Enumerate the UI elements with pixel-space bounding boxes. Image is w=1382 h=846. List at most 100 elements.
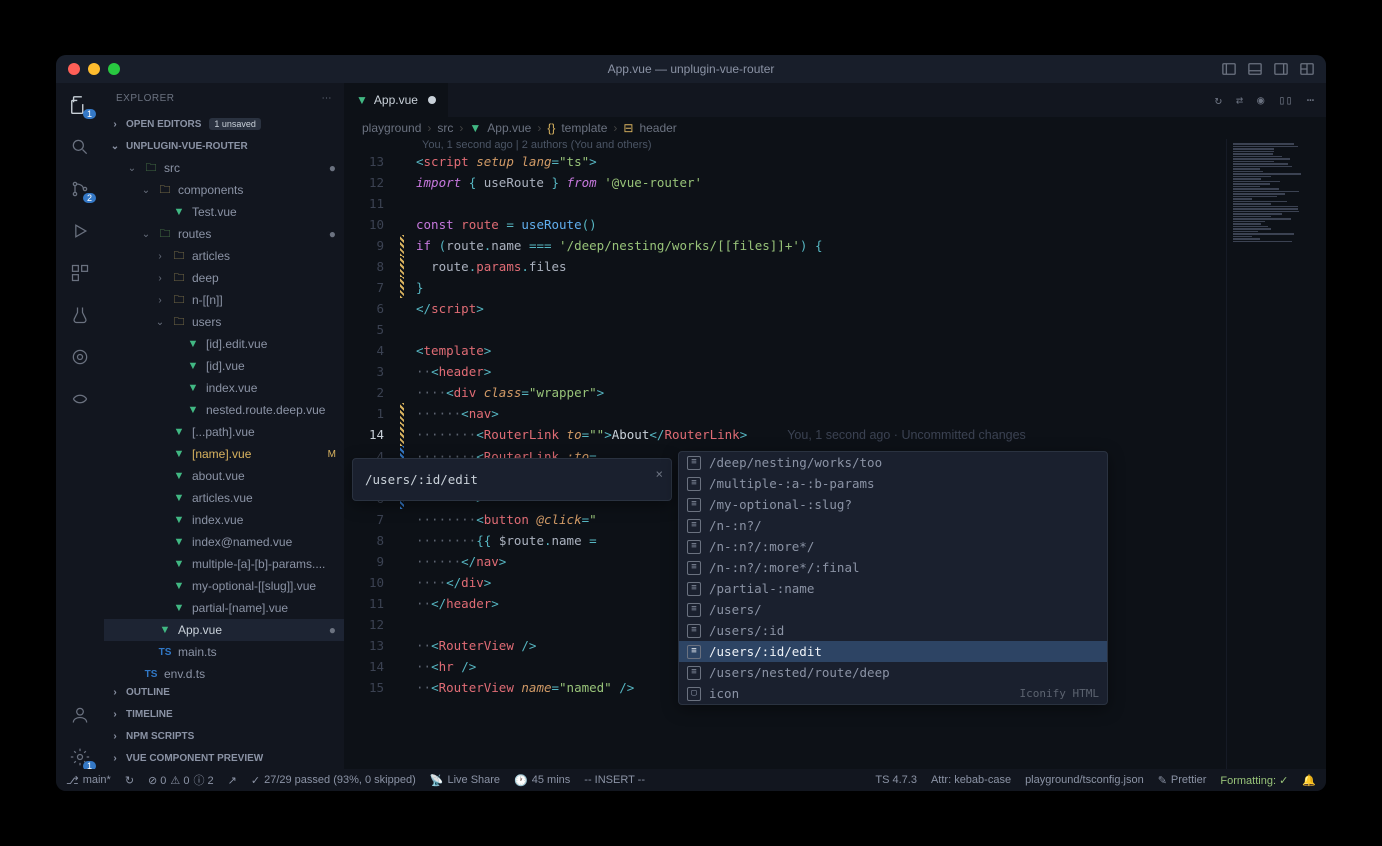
tree-item[interactable]: ▼Test.vue [104, 201, 344, 223]
panel-right-icon[interactable] [1274, 62, 1288, 76]
ts-version[interactable]: TS 4.7.3 [875, 774, 917, 786]
section-open-editors[interactable]: ›OPEN EDITORS1 unsaved [104, 113, 344, 135]
section-npm[interactable]: ›NPM SCRIPTS [104, 725, 344, 747]
layout-icon[interactable] [1300, 62, 1314, 76]
code-area[interactable]: 13<script setup lang="ts">12import { use… [344, 151, 1326, 769]
formatting-status[interactable]: Formatting: ✓ [1220, 774, 1288, 787]
preview-icon[interactable]: ◉ [1257, 93, 1264, 107]
problems-status[interactable]: ⊘ 0 ⚠ 0 ⓘ 2 [148, 772, 214, 788]
code-line[interactable]: 8 route.params.files [344, 256, 1326, 277]
suggest-item[interactable]: ≡/users/:id/edit [679, 641, 1107, 662]
explorer-icon[interactable]: 1 [68, 93, 92, 117]
suggest-item[interactable]: ≡/partial-:name [679, 578, 1107, 599]
code-line[interactable]: 10const route = useRoute() [344, 214, 1326, 235]
tree-item[interactable]: ▼nested.route.deep.vue [104, 399, 344, 421]
tree-item[interactable]: ›🗀deep [104, 267, 344, 289]
debug-icon[interactable] [68, 219, 92, 243]
close-icon[interactable] [68, 63, 80, 75]
tree-item[interactable]: ⌄🗀routes● [104, 223, 344, 245]
suggest-item[interactable]: ≡/multiple-:a-:b-params [679, 473, 1107, 494]
settings-icon[interactable]: 1 [68, 745, 92, 769]
tab-app-vue[interactable]: ▼ App.vue [344, 83, 449, 117]
code-line[interactable]: 14········<RouterLink to="">About</Route… [344, 424, 1326, 446]
tree-item[interactable]: ▼my-optional-[[slug]].vue [104, 575, 344, 597]
search-icon[interactable] [68, 135, 92, 159]
more-icon[interactable]: ⋯ [1307, 93, 1314, 107]
tree-item[interactable]: ▼articles.vue [104, 487, 344, 509]
suggest-item[interactable]: ▢iconIconify HTML [679, 683, 1107, 704]
code-line[interactable]: 7} [344, 277, 1326, 298]
code-line[interactable]: 2····<div class="wrapper"> [344, 382, 1326, 403]
suggest-item[interactable]: ≡/my-optional-:slug? [679, 494, 1107, 515]
code-line[interactable]: 12import { useRoute } from '@vue-router' [344, 172, 1326, 193]
sync-status[interactable]: ↻ [125, 774, 134, 787]
run-icon[interactable]: ↻ [1215, 93, 1222, 107]
time-status[interactable]: 🕐 45 mins [514, 774, 570, 787]
minimap[interactable] [1226, 139, 1326, 769]
code-line[interactable]: 6</script> [344, 298, 1326, 319]
zoom-icon[interactable] [108, 63, 120, 75]
hover-text: /users/:id/edit [365, 472, 478, 487]
section-vue-preview[interactable]: ›VUE COMPONENT PREVIEW [104, 747, 344, 769]
enum-icon: ≡ [687, 561, 701, 575]
prettier-status[interactable]: ✎ Prettier [1158, 774, 1207, 787]
tree-item[interactable]: ⌄🗀users [104, 311, 344, 333]
tree-item[interactable]: ▼index.vue [104, 509, 344, 531]
tree-item[interactable]: ▼[id].vue [104, 355, 344, 377]
tsconfig-status[interactable]: playground/tsconfig.json [1025, 774, 1144, 786]
tree-item[interactable]: ⌄🗀components [104, 179, 344, 201]
panel-left-icon[interactable] [1222, 62, 1236, 76]
suggest-item[interactable]: ≡/n-:n?/:more*/ [679, 536, 1107, 557]
branch-status[interactable]: ⎇ main* [66, 774, 111, 787]
tree-item[interactable]: ▼index@named.vue [104, 531, 344, 553]
code-line[interactable]: 9if (route.name === '/deep/nesting/works… [344, 235, 1326, 256]
tree-item[interactable]: ▼App.vue● [104, 619, 344, 641]
more-icon[interactable]: ⋯ [322, 93, 333, 104]
code-line[interactable]: 11 [344, 193, 1326, 214]
remote-icon[interactable] [68, 387, 92, 411]
suggest-item[interactable]: ≡/users/:id [679, 620, 1107, 641]
tree-item[interactable]: ▼[name].vueM [104, 443, 344, 465]
tree-item[interactable]: ▼[id].edit.vue [104, 333, 344, 355]
attr-mode[interactable]: Attr: kebab-case [931, 774, 1011, 786]
section-project[interactable]: ⌄UNPLUGIN-VUE-ROUTER [104, 135, 344, 157]
suggest-item[interactable]: ≡/n-:n?/ [679, 515, 1107, 536]
gitlens-icon[interactable] [68, 345, 92, 369]
tree-item[interactable]: ▼[...path].vue [104, 421, 344, 443]
code-line[interactable]: 13<script setup lang="ts"> [344, 151, 1326, 172]
suggest-item[interactable]: ≡/deep/nesting/works/too [679, 452, 1107, 473]
code-line[interactable]: 5 [344, 319, 1326, 340]
extensions-icon[interactable] [68, 261, 92, 285]
minimize-icon[interactable] [88, 63, 100, 75]
panel-bottom-icon[interactable] [1248, 62, 1262, 76]
suggest-item[interactable]: ≡/users/ [679, 599, 1107, 620]
code-line[interactable]: 3··<header> [344, 361, 1326, 382]
breadcrumb[interactable]: playground› src› ▼App.vue› {}template› ⊟… [344, 117, 1326, 139]
split-icon[interactable]: ▯▯ [1278, 93, 1292, 107]
code-line[interactable]: 4<template> [344, 340, 1326, 361]
tree-item[interactable]: ▼index.vue [104, 377, 344, 399]
liveshare-status[interactable]: 📡 Live Share [430, 774, 500, 787]
close-icon[interactable]: × [655, 463, 663, 484]
section-timeline[interactable]: ›TIMELINE [104, 703, 344, 725]
diff-icon[interactable]: ⇄ [1236, 93, 1243, 107]
code-line[interactable]: 1······<nav> [344, 403, 1326, 424]
vue-icon: ▼ [186, 404, 200, 416]
tree-item[interactable]: TSmain.ts [104, 641, 344, 663]
tree-item[interactable]: ▼multiple-[a]-[b]-params.... [104, 553, 344, 575]
tree-item[interactable]: ⌄🗀src● [104, 157, 344, 179]
section-outline[interactable]: ›OUTLINE [104, 681, 344, 703]
tree-item[interactable]: ▼partial-[name].vue [104, 597, 344, 619]
account-icon[interactable] [68, 703, 92, 727]
suggest-item[interactable]: ≡/users/nested/route/deep [679, 662, 1107, 683]
testing-icon[interactable] [68, 303, 92, 327]
tree-item[interactable]: ▼about.vue [104, 465, 344, 487]
tree-item[interactable]: ›🗀n-[[n]] [104, 289, 344, 311]
suggest-item[interactable]: ≡/n-:n?/:more*/:final [679, 557, 1107, 578]
scm-icon[interactable]: 2 [68, 177, 92, 201]
bell-icon[interactable]: 🔔 [1302, 774, 1316, 787]
tests-status[interactable]: ✓ 27/29 passed (93%, 0 skipped) [251, 774, 416, 787]
tree-item[interactable]: TSenv.d.ts [104, 663, 344, 681]
tree-item[interactable]: ›🗀articles [104, 245, 344, 267]
ports-icon[interactable]: ↗ [228, 774, 237, 787]
